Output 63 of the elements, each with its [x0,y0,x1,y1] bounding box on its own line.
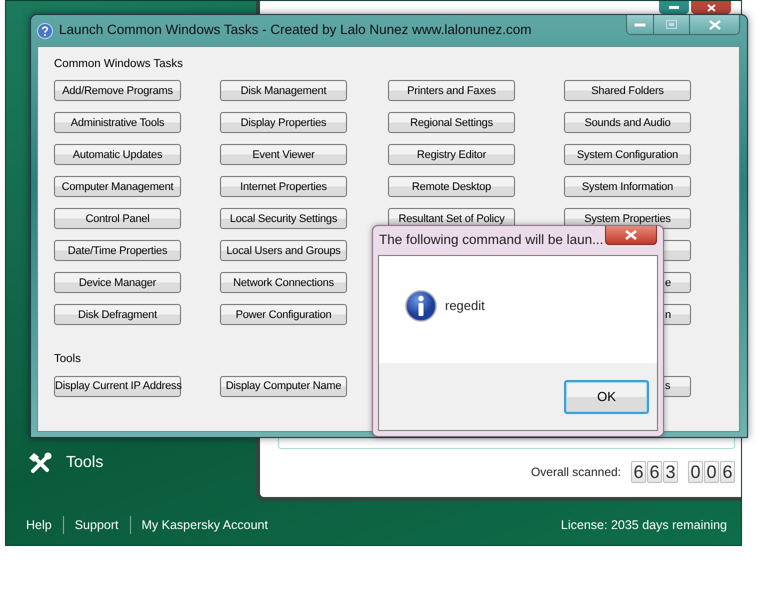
task-button[interactable]: Local Security Settings [220,208,347,230]
task-button[interactable]: Disk Management [220,80,347,102]
close-button[interactable] [605,226,657,245]
footer-link[interactable]: My Kaspersky Account [130,516,279,534]
task-button[interactable] [661,240,691,262]
task-button[interactable]: Sounds and Audio [564,112,691,134]
task-button[interactable]: Date/Time Properties [54,240,181,262]
task-button[interactable]: Control Panel [54,208,181,230]
task-button[interactable]: System Configuration [564,144,691,166]
tools-icon [28,452,52,474]
task-button[interactable]: Local Users and Groups [220,240,347,262]
minimize-icon [669,6,679,9]
task-button[interactable]: Display Properties [220,112,347,134]
task-button[interactable]: Event Viewer [220,144,347,166]
maximize-button[interactable] [653,15,689,34]
task-button[interactable]: Shared Folders [564,80,691,102]
minimize-button[interactable] [659,1,689,14]
scanned-label: Overall scanned: [530,464,621,481]
task-button[interactable]: Display Computer Name [220,376,347,396]
task-button[interactable]: Power Configuration [220,304,347,326]
task-button[interactable]: Remote Desktop [388,176,515,198]
counter-digit: 6 [720,461,735,483]
minimize-button[interactable] [627,15,653,34]
counter-digit: 0 [688,461,703,483]
task-button[interactable]: Add/Remove Programs [54,80,181,102]
task-button[interactable]: Regional Settings [388,112,515,134]
task-button[interactable]: Computer Management [54,176,181,198]
counter-digit: 6 [631,461,646,483]
section-heading: Tools [54,352,82,368]
minimize-icon [634,22,646,26]
close-icon [708,20,720,30]
counter-digit: 6 [647,461,662,483]
task-button[interactable]: Disk Defragment [54,304,181,326]
close-button[interactable] [691,1,731,14]
license-text: License: 2035 days remaining [560,516,727,534]
footer-link[interactable]: Support [62,516,130,534]
task-button[interactable]: Registry Editor [388,144,515,166]
task-button[interactable]: e [661,272,691,294]
help-icon [37,22,53,38]
close-icon [706,4,716,12]
task-button[interactable]: Device Manager [54,272,181,294]
task-button[interactable]: s [661,376,691,396]
task-button[interactable]: Network Connections [220,272,347,294]
info-icon [405,290,437,322]
task-button[interactable]: Internet Properties [220,176,347,198]
dialog-message: regedit [445,296,485,315]
close-button[interactable] [689,15,739,34]
counter-digit: 0 [704,461,719,483]
sidebar-item[interactable]: Tools [66,451,104,475]
task-button[interactable]: Printers and Faxes [388,80,515,102]
section-heading: Common Windows Tasks [54,57,184,72]
task-button[interactable]: n [661,304,691,326]
task-button[interactable]: System Information [564,176,691,198]
footer-link[interactable]: Help [26,516,63,534]
close-icon [624,230,638,240]
task-button[interactable]: Display Current IP Address [54,376,181,396]
maximize-icon [666,20,677,29]
dialog-title: The following command will be laun... [379,231,604,250]
counter-digit: 3 [663,461,678,483]
ok-button[interactable]: OK [564,380,649,414]
window-title: Launch Common Windows Tasks - Created by Lalo Nunez www.lalonunez.com [59,21,532,40]
task-button[interactable]: Automatic Updates [54,144,181,166]
task-button[interactable]: Administrative Tools [54,112,181,134]
